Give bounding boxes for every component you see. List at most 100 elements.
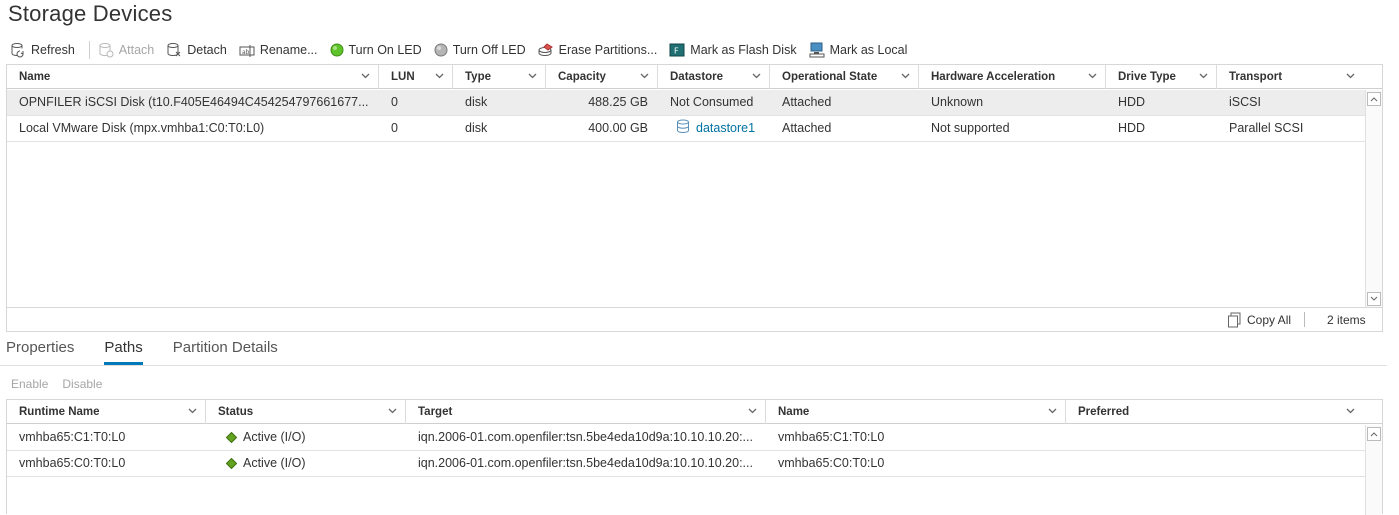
- operational-state-cell: Attached: [782, 121, 832, 135]
- col-header-type[interactable]: Type: [453, 65, 546, 89]
- erase-partitions-button[interactable]: Erase Partitions...: [538, 42, 658, 58]
- hardware-acceleration-cell: Unknown: [931, 95, 984, 109]
- disable-button[interactable]: Disable: [62, 377, 102, 391]
- status-text: Active (I/O): [243, 456, 306, 470]
- erase-partitions-label: Erase Partitions...: [558, 43, 658, 57]
- chevron-down-icon: [361, 73, 370, 79]
- chevron-down-icon: [640, 73, 649, 79]
- col-header-drive-type[interactable]: Drive Type: [1106, 65, 1217, 89]
- refresh-label: Refresh: [31, 43, 75, 57]
- refresh-icon: [11, 43, 24, 58]
- col-header-target[interactable]: Target: [406, 400, 766, 424]
- table-row[interactable]: OPNFILER iSCSI Disk (t10.F405E46494C4542…: [7, 90, 1365, 116]
- attach-button[interactable]: Attach: [98, 42, 154, 58]
- drive-type-cell: HDD: [1118, 95, 1146, 109]
- mark-flash-button[interactable]: F Mark as Flash Disk: [669, 43, 797, 57]
- status-cell: Active (I/O): [206, 425, 406, 450]
- chevron-down-icon: [752, 73, 761, 79]
- col-header-status[interactable]: Status: [206, 400, 406, 424]
- col-header-runtime-name[interactable]: Runtime Name: [7, 400, 206, 424]
- datastore-cell[interactable]: datastore1: [658, 116, 770, 141]
- col-header-datastore[interactable]: Datastore: [658, 65, 770, 89]
- turn-on-led-button[interactable]: Turn On LED: [330, 43, 422, 57]
- copy-icon: [1228, 312, 1241, 328]
- scroll-down-icon[interactable]: [1366, 292, 1382, 306]
- svg-text:ab: ab: [242, 49, 250, 56]
- refresh-button[interactable]: Refresh: [10, 42, 75, 58]
- attach-icon: [99, 43, 114, 58]
- devices-grid-header: Name LUN Type Capacity Datastore Operati…: [7, 65, 1382, 89]
- attach-label: Attach: [118, 43, 155, 57]
- flash-disk-icon: F: [669, 43, 685, 57]
- col-header-transport[interactable]: Transport: [1217, 65, 1363, 89]
- paths-grid-header: Runtime Name Status Target Name Preferre…: [7, 400, 1382, 424]
- lun-cell: 0: [391, 121, 398, 135]
- footer-separator: [1304, 312, 1305, 327]
- chevron-down-icon: [388, 408, 397, 414]
- mark-local-button[interactable]: Mark as Local: [809, 42, 907, 58]
- capacity-cell: 488.25 GB: [588, 95, 648, 109]
- turn-off-led-label: Turn Off LED: [452, 43, 526, 57]
- chevron-down-icon: [435, 73, 444, 79]
- table-row[interactable]: vmhba65:C1:T0:L0 Active (I/O) iqn.2006-0…: [7, 425, 1365, 451]
- page-title: Storage Devices: [8, 1, 173, 26]
- detach-icon: [167, 43, 181, 57]
- chevron-down-icon: [1346, 73, 1355, 79]
- drive-type-cell: HDD: [1118, 121, 1146, 135]
- tab-divider: [0, 365, 1387, 366]
- chevron-down-icon: [901, 73, 910, 79]
- paths-scrollbar[interactable]: [1365, 425, 1382, 515]
- chevron-down-icon: [528, 73, 537, 79]
- paths-action-bar: Enable Disable: [11, 377, 116, 391]
- runtime-name-cell: vmhba65:C1:T0:L0: [19, 430, 126, 444]
- copy-all-button[interactable]: Copy All: [1227, 312, 1291, 328]
- detach-label: Detach: [187, 43, 227, 57]
- eraser-icon: [538, 43, 553, 57]
- col-header-operational-state[interactable]: Operational State: [770, 65, 919, 89]
- col-header-name[interactable]: Name: [7, 65, 379, 89]
- item-count: 2 items: [1327, 313, 1366, 327]
- col-header-path-name[interactable]: Name: [766, 400, 1066, 424]
- device-name-cell: Local VMware Disk (mpx.vmhba1:C0:T0:L0): [19, 121, 265, 135]
- status-active-icon: [226, 432, 237, 444]
- devices-grid-footer: Copy All 2 items: [7, 307, 1382, 331]
- enable-button[interactable]: Enable: [11, 377, 48, 391]
- turn-off-led-button[interactable]: Turn Off LED: [434, 43, 526, 57]
- operational-state-cell: Attached: [782, 95, 832, 109]
- rename-button[interactable]: ab Rename...: [239, 42, 318, 58]
- devices-scrollbar[interactable]: [1365, 90, 1382, 308]
- target-cell: iqn.2006-01.com.openfiler:tsn.5be4eda10d…: [418, 430, 753, 444]
- detail-tabs: Properties Paths Partition Details: [6, 337, 308, 365]
- preferred-cell: [1066, 451, 1363, 476]
- paths-grid: Runtime Name Status Target Name Preferre…: [6, 399, 1383, 515]
- col-header-preferred[interactable]: Preferred: [1066, 400, 1363, 424]
- local-disk-icon: [809, 42, 825, 58]
- chevron-down-icon: [748, 408, 757, 414]
- col-header-hardware-acceleration[interactable]: Hardware Acceleration: [919, 65, 1106, 89]
- tab-paths[interactable]: Paths: [104, 337, 143, 365]
- scroll-up-icon[interactable]: [1366, 427, 1382, 441]
- scroll-up-icon[interactable]: [1366, 92, 1382, 106]
- col-header-capacity[interactable]: Capacity: [546, 65, 658, 89]
- col-header-lun[interactable]: LUN: [379, 65, 453, 89]
- target-cell: iqn.2006-01.com.openfiler:tsn.5be4eda10d…: [418, 456, 753, 470]
- tab-partition-details[interactable]: Partition Details: [173, 337, 278, 365]
- tab-properties[interactable]: Properties: [6, 337, 74, 365]
- type-cell: disk: [465, 95, 488, 109]
- devices-grid: Name LUN Type Capacity Datastore Operati…: [6, 64, 1383, 332]
- table-row[interactable]: vmhba65:C0:T0:L0 Active (I/O) iqn.2006-0…: [7, 451, 1365, 477]
- table-row[interactable]: Local VMware Disk (mpx.vmhba1:C0:T0:L0) …: [7, 116, 1365, 142]
- mark-flash-label: Mark as Flash Disk: [690, 43, 797, 57]
- datastore-link[interactable]: datastore1: [696, 121, 755, 135]
- rename-label: Rename...: [259, 43, 318, 57]
- datastore-cell: Not Consumed: [670, 95, 754, 109]
- chevron-down-icon: [1346, 408, 1355, 414]
- path-name-cell: vmhba65:C0:T0:L0: [778, 456, 885, 470]
- detach-button[interactable]: Detach: [166, 42, 227, 58]
- status-text: Active (I/O): [243, 430, 306, 444]
- type-cell: disk: [465, 121, 488, 135]
- turn-on-led-label: Turn On LED: [348, 43, 422, 57]
- svg-text:F: F: [674, 47, 679, 56]
- chevron-down-icon: [1199, 73, 1208, 79]
- hardware-acceleration-cell: Not supported: [931, 121, 1010, 135]
